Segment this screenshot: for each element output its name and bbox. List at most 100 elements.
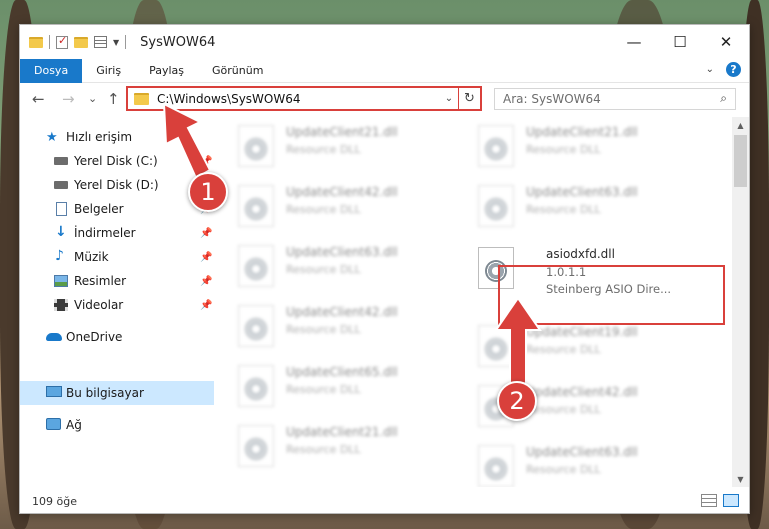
tab-file[interactable]: Dosya [20, 58, 83, 83]
properties-list-icon[interactable] [94, 36, 107, 48]
tab-view[interactable]: Görünüm [198, 59, 277, 83]
gear-icon [245, 378, 267, 400]
tab-share[interactable]: Paylaş [135, 59, 198, 83]
documents-icon [56, 202, 67, 216]
dll-file-icon [238, 425, 274, 467]
item-count: 109 öğe [32, 494, 77, 508]
gear-icon [485, 338, 507, 360]
up-button[interactable]: ↑ [107, 90, 120, 108]
dll-file-icon [238, 305, 274, 347]
sidebar-item-onedrive[interactable]: OneDrive [20, 325, 214, 349]
highlight-frame [498, 265, 725, 325]
help-icon[interactable]: ? [726, 62, 741, 77]
pin-icon: 📌 [200, 251, 213, 263]
tab-home[interactable]: Giriş [82, 59, 135, 83]
sidebar-item-label: Belgeler [74, 202, 124, 216]
sidebar-item-local-disk-d[interactable]: Yerel Disk (D:) 📌 [20, 173, 214, 197]
dll-file-icon [238, 185, 274, 227]
new-folder-icon[interactable] [74, 36, 88, 48]
search-box[interactable]: Ara: SysWOW64 ⌕ [494, 88, 736, 110]
sidebar-item-downloads[interactable]: ↓ İndirmeler 📌 [20, 221, 214, 245]
sidebar-item-local-disk-c[interactable]: Yerel Disk (C:) 📌 [20, 149, 214, 173]
file-item[interactable]: UpdateClient21.dll Resource DLL [216, 417, 446, 477]
dll-file-icon [478, 125, 514, 167]
file-name: UpdateClient63.dll [526, 445, 638, 459]
file-type: Resource DLL [526, 343, 601, 356]
vertical-scrollbar[interactable]: ▲ ▼ [732, 117, 749, 487]
file-type: Resource DLL [286, 383, 361, 396]
back-button[interactable]: ← [32, 90, 45, 108]
sidebar-item-label: Videolar [74, 298, 124, 312]
file-item[interactable]: UpdateClient63.dll Resource DLL [456, 437, 686, 487]
gear-icon [485, 138, 507, 160]
file-type: Resource DLL [526, 203, 601, 216]
maximize-button[interactable]: ☐ [657, 25, 703, 59]
file-type: Resource DLL [286, 143, 361, 156]
network-icon [46, 418, 61, 430]
scroll-thumb[interactable] [734, 135, 747, 187]
file-item[interactable]: UpdateClient21.dll Resource DLL [216, 117, 446, 177]
file-item[interactable]: UpdateClient19.dll Resource DLL [456, 317, 686, 377]
sidebar-item-quick-access[interactable]: ★ Hızlı erişim [20, 125, 214, 149]
address-bar[interactable]: C:\Windows\SysWOW64 ⌄ ↻ [126, 86, 482, 111]
details-view-icon[interactable] [701, 494, 717, 507]
file-name: UpdateClient19.dll [526, 325, 638, 339]
expand-ribbon-chevron-icon[interactable]: ⌄ [706, 64, 714, 75]
sidebar-item-label: OneDrive [66, 330, 123, 344]
forward-button[interactable]: → [62, 90, 75, 108]
file-item[interactable]: UpdateClient21.dll Resource DLL [456, 117, 686, 177]
explorer-window: ▼ SysWOW64 — ☐ ✕ Dosya Giriş Paylaş Görü… [19, 24, 750, 514]
file-item[interactable]: UpdateClient65.dll Resource DLL [216, 357, 446, 417]
file-item[interactable]: UpdateClient42.dll Resource DLL [456, 377, 686, 437]
drive-icon [54, 181, 68, 189]
sidebar-item-this-pc[interactable]: Bu bilgisayar [20, 381, 214, 405]
tiles-view-icon[interactable] [723, 494, 739, 507]
sidebar-item-videos[interactable]: Videolar 📌 [20, 293, 214, 317]
recent-locations-button[interactable]: ⌄ [88, 92, 97, 105]
drive-icon [54, 157, 68, 165]
window-title: SysWOW64 [140, 34, 216, 50]
dll-file-icon [478, 445, 514, 487]
gear-icon [485, 198, 507, 220]
dll-file-icon [478, 325, 514, 367]
address-dropdown-icon[interactable]: ⌄ [440, 93, 458, 104]
refresh-button[interactable]: ↻ [458, 88, 480, 109]
sidebar-item-music[interactable]: ♪ Müzik 📌 [20, 245, 214, 269]
file-type: Resource DLL [526, 463, 601, 476]
quick-access-toolbar: ▼ [20, 34, 127, 49]
sidebar-item-documents[interactable]: Belgeler 📌 [20, 197, 214, 221]
sidebar-item-network[interactable]: Ağ [20, 413, 214, 437]
minimize-button[interactable]: — [611, 25, 657, 59]
file-name: UpdateClient21.dll [286, 425, 398, 439]
sidebar-item-pictures[interactable]: Resimler 📌 [20, 269, 214, 293]
search-input[interactable]: Ara: SysWOW64 [503, 92, 601, 106]
scroll-down-icon[interactable]: ▼ [732, 471, 749, 487]
properties-check-icon[interactable] [56, 34, 68, 49]
file-item[interactable]: UpdateClient42.dll Resource DLL [216, 297, 446, 357]
file-item[interactable]: UpdateClient63.dll Resource DLL [216, 237, 446, 297]
file-type: Resource DLL [286, 443, 361, 456]
gear-icon [485, 458, 507, 480]
file-type: Resource DLL [526, 403, 601, 416]
file-item[interactable]: UpdateClient63.dll Resource DLL [456, 177, 686, 237]
close-button[interactable]: ✕ [703, 25, 749, 59]
scroll-up-icon[interactable]: ▲ [732, 117, 749, 133]
gear-icon [245, 258, 267, 280]
file-type: Resource DLL [286, 263, 361, 276]
customize-toolbar-dropdown-icon[interactable]: ▼ [113, 38, 119, 47]
pin-icon: 📌 [200, 155, 213, 167]
file-item[interactable]: UpdateClient42.dll Resource DLL [216, 177, 446, 237]
sidebar-item-label: İndirmeler [74, 226, 136, 240]
file-list: UpdateClient21.dll Resource DLL UpdateCl… [216, 117, 732, 487]
address-path[interactable]: C:\Windows\SysWOW64 [157, 92, 440, 106]
pin-icon: 📌 [200, 275, 213, 287]
folder-icon[interactable] [29, 36, 43, 48]
file-name: UpdateClient42.dll [286, 305, 398, 319]
sidebar-item-label: Bu bilgisayar [66, 386, 144, 400]
search-icon[interactable]: ⌕ [720, 91, 727, 106]
music-icon: ♪ [55, 248, 64, 264]
title-bar: ▼ SysWOW64 — ☐ ✕ [20, 25, 749, 59]
navigation-pane: ★ Hızlı erişim Yerel Disk (C:) 📌 Yerel D… [20, 117, 214, 487]
navigation-bar: ← → ⌄ ↑ C:\Windows\SysWOW64 ⌄ ↻ Ara: Sys… [20, 83, 749, 117]
gear-icon [245, 198, 267, 220]
